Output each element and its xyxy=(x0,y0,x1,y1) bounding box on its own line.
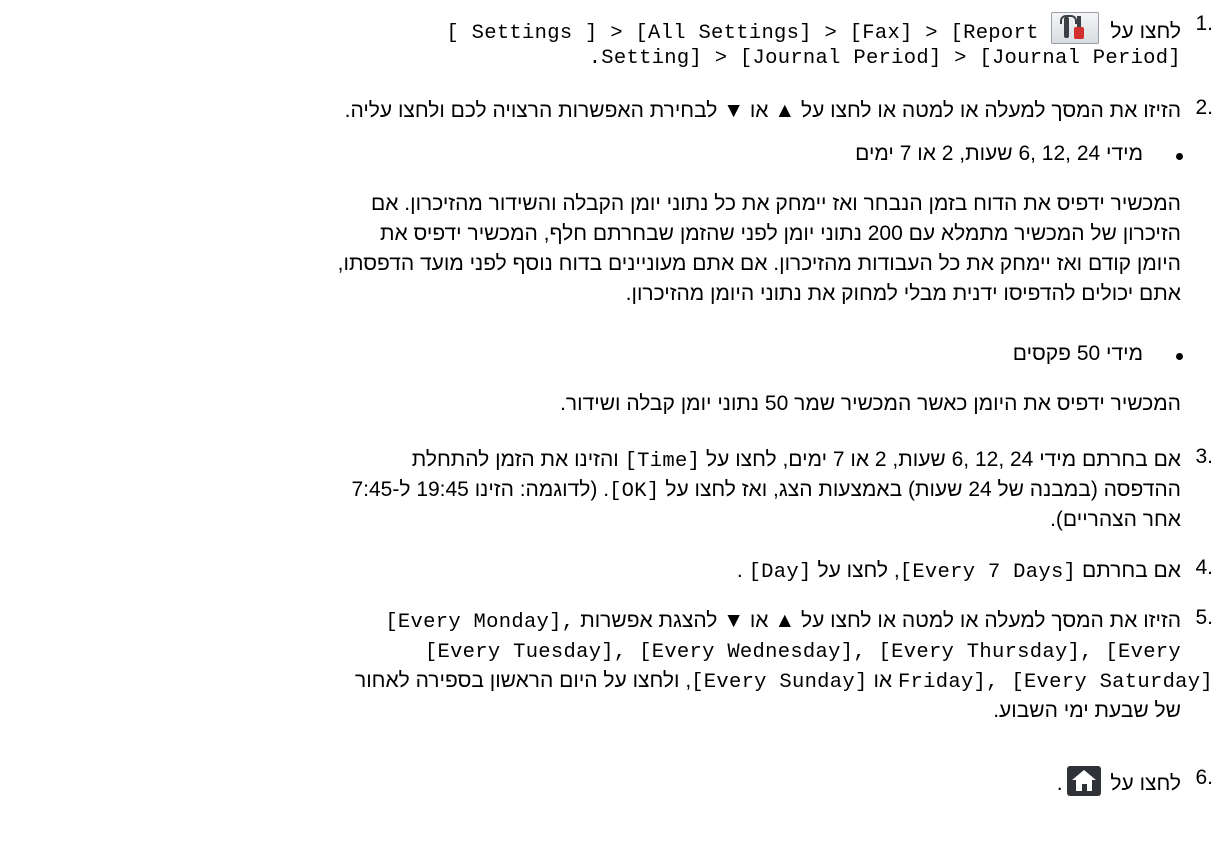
step-4-period: . xyxy=(736,559,743,582)
every-7-days-option: [Every 7 Days] xyxy=(899,561,1077,584)
step-5-text-b: , ולחצו על היום הראשון בספירה לאחור xyxy=(354,669,692,692)
step-5-line-4: של שבעת ימי השבוע. xyxy=(993,699,1181,722)
option-1-para-line-4: אתם יכולים להדפיסו ידנית מבלי למחוק את נ… xyxy=(625,282,1181,305)
every-sunday-option: [Every Sunday] xyxy=(691,671,868,694)
step-3-text-c: ההדפסה (במבנה של 24 שעות) באמצעות הצג, ו… xyxy=(665,478,1181,501)
step-4-text-b: , לחצו על xyxy=(817,559,900,582)
step-6-text: לחצו על xyxy=(1110,772,1181,795)
option-2-title: מידי 50 פקסים xyxy=(1012,342,1143,365)
every-monday-option: [Every Monday], xyxy=(385,611,575,634)
step-6-number: 6. xyxy=(1195,766,1213,789)
bullet-1 xyxy=(1176,153,1183,160)
step-5-text-a: הזיזו את המסך למעלה או למטה או לחצו על ▲… xyxy=(580,609,1181,632)
option-1-para-line-3: היומן קודם ואז יימחק את כל העבודות מהזיכ… xyxy=(337,252,1181,275)
step-1-intro: לחצו על xyxy=(1110,20,1181,43)
step-6-period: . xyxy=(1056,772,1063,795)
weekday-options: [Every Tuesday], [Every Wednesday], [Eve… xyxy=(424,641,1181,664)
day-option: [Day] xyxy=(748,561,812,584)
step-3-line-2: ההדפסה (במבנה של 24 שעות) באמצעות הצג, ו… xyxy=(351,475,1181,507)
step-1-number: 1. xyxy=(1195,12,1213,35)
step-4-number: 4. xyxy=(1195,556,1213,579)
step-5-line-3: Friday], [Every Saturday] או [Every Sund… xyxy=(355,666,1213,698)
step-3-line-3: אחר הצהריים). xyxy=(1050,508,1181,531)
option-1-para-line-1: המכשיר ידפיס את הדוח בזמן הנבחר ואז יימח… xyxy=(371,192,1181,215)
option-2-para: המכשיר ידפיס את היומן כאשר המכשיר שמר 50… xyxy=(560,392,1181,415)
ok-option: [OK] xyxy=(609,480,660,503)
step-2-text: הזיזו את המסך למעלה או למטה או לחצו על ▲… xyxy=(344,99,1181,122)
step-3-text-b: והזינו את הזמן להתחלת xyxy=(411,448,619,471)
step-5-line-2: [Every Tuesday], [Every Wednesday], [Eve… xyxy=(425,636,1181,668)
step-3-line-1: אם בחרתם מידי 24 ,12 ,6 שעות, 2 או 7 ימי… xyxy=(412,445,1181,477)
bullet-2 xyxy=(1176,353,1183,360)
time-option: [Time] xyxy=(624,450,701,473)
step-1-period: . xyxy=(588,47,602,70)
step-4-line: אם בחרתם [Every 7 Days], לחצו על [Day] . xyxy=(737,556,1181,588)
step-4-text-a: אם בחרתם xyxy=(1082,559,1181,582)
manual-page: 1. לחצו על [ Settings ] > [All Settings]… xyxy=(0,0,1225,852)
step-1-path-2: Setting] > [Journal Period] > [Journal P… xyxy=(601,47,1181,70)
step-3-number: 3. xyxy=(1195,445,1213,468)
step-5-or: או xyxy=(873,669,893,692)
step-5-line-1: הזיזו את המסך למעלה או למטה או לחצו על ▲… xyxy=(385,606,1181,638)
settings-icon xyxy=(1050,12,1099,44)
step-6-line: לחצו על . xyxy=(1057,766,1181,799)
friday-saturday-options: Friday], [Every Saturday] xyxy=(897,671,1213,694)
option-1-title: מידי 24 ,12 ,6 שעות, 2 או 7 ימים xyxy=(855,142,1143,165)
step-3-text-d: . (לדוגמה: הזינו 19:45 ל-7:45 xyxy=(351,478,610,501)
step-5-number: 5. xyxy=(1195,606,1213,629)
step-1-line-2: Setting] > [Journal Period] > [Journal P… xyxy=(589,42,1181,74)
step-2-number: 2. xyxy=(1195,96,1213,119)
home-icon xyxy=(1066,766,1101,796)
option-1-para-line-2: הזיכרון של המכשיר מתמלא עם 200 נתוני יומ… xyxy=(380,222,1181,245)
step-3-text-a: אם בחרתם מידי 24 ,12 ,6 שעות, 2 או 7 ימי… xyxy=(706,448,1181,471)
